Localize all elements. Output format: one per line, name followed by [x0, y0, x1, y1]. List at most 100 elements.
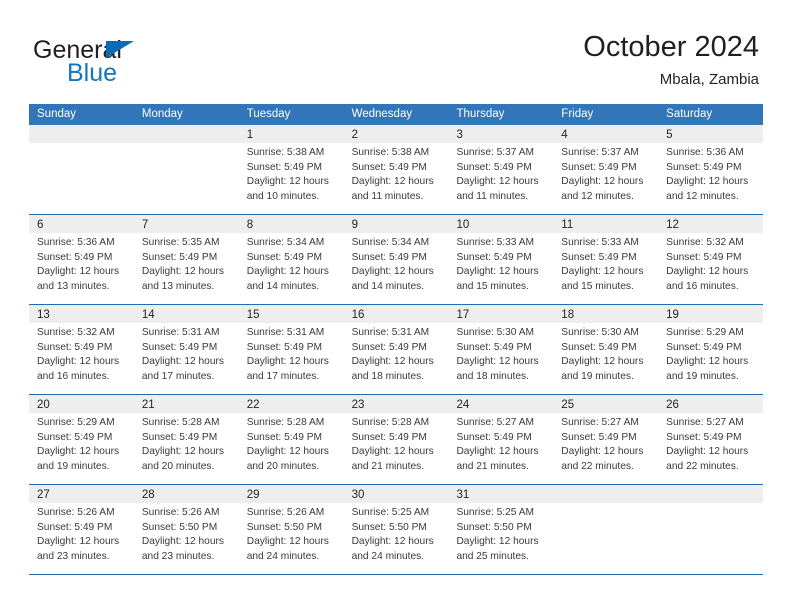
day-details: Sunrise: 5:26 AM Sunset: 5:50 PM Daylight:… — [134, 503, 239, 564]
day-details: Sunrise: 5:33 AM Sunset: 5:49 PM Daylight:… — [448, 233, 553, 294]
day-detail-line: Sunrise: 5:25 AM — [456, 507, 535, 518]
day-number-strip: 21 — [133, 395, 239, 413]
day-detail-line: and 21 minutes. — [456, 460, 529, 472]
day-number: 29 — [246, 489, 260, 501]
day-details: Sunrise: 5:38 AM Sunset: 5:49 PM Daylight:… — [239, 143, 344, 204]
day-number: 9 — [351, 219, 358, 231]
day-details: Sunrise: 5:25 AM Sunset: 5:50 PM Daylight:… — [448, 503, 553, 564]
calendar-day-cell[interactable]: 31 Sunrise: 5:25 AM Sunset: 5:50 PM Dayligh… — [448, 485, 554, 574]
day-number: 21 — [141, 399, 155, 411]
day-number-strip: 17 — [448, 305, 554, 323]
day-number: 20 — [37, 399, 50, 411]
calendar-day-cell[interactable]: 8 Sunrise: 5:34 AM Sunset: 5:49 PM Daylight… — [238, 215, 344, 304]
day-number-strip — [133, 125, 239, 143]
day-detail-line: Sunrise: 5:38 AM — [351, 147, 430, 158]
calendar-day-cell[interactable]: 3 Sunrise: 5:37 AM Sunset: 5:49 PM Daylight… — [448, 125, 554, 214]
calendar-day-cell[interactable]: 30 Sunrise: 5:25 AM Sunset: 5:50 PM Dayligh… — [343, 485, 449, 574]
calendar-day-cell[interactable]: 24 Sunrise: 5:27 AM Sunset: 5:49 PM Dayligh… — [448, 395, 554, 484]
day-detail-line: Daylight: 12 hours — [456, 266, 539, 278]
day-details: Sunrise: 5:36 AM Sunset: 5:49 PM Daylight:… — [658, 143, 763, 204]
day-number: 16 — [351, 309, 365, 321]
day-detail-line: and 14 minutes. — [246, 280, 320, 292]
day-detail-line: Sunrise: 5:37 AM — [456, 147, 535, 158]
calendar-day-cell[interactable]: 7 Sunrise: 5:35 AM Sunset: 5:49 PM Daylight… — [133, 215, 239, 304]
calendar-week-row: 1 Sunrise: 5:38 AM Sunset: 5:49 PM Daylight… — [29, 125, 764, 214]
calendar-day-cell[interactable]: 26 Sunrise: 5:27 AM Sunset: 5:49 PM Dayligh… — [658, 395, 764, 484]
day-detail-line: and 12 minutes. — [561, 190, 634, 202]
calendar-day-cell[interactable]: 10 Sunrise: 5:33 AM Sunset: 5:49 PM Dayligh… — [448, 215, 554, 304]
calendar-day-cell[interactable]: 4 Sunrise: 5:37 AM Sunset: 5:49 PM Daylight… — [553, 125, 659, 214]
weekday-header-tuesday: Tuesday — [246, 108, 291, 120]
day-details: Sunrise: 5:30 AM Sunset: 5:49 PM Daylight:… — [448, 323, 553, 384]
calendar-day-cell[interactable]: 1 Sunrise: 5:38 AM Sunset: 5:49 PM Daylight… — [238, 125, 344, 214]
calendar-day-cell[interactable]: 16 Sunrise: 5:31 AM Sunset: 5:49 PM Dayligh… — [343, 305, 449, 394]
day-details: Sunrise: 5:33 AM Sunset: 5:49 PM Daylight:… — [553, 233, 658, 294]
day-detail-line: Daylight: 12 hours — [561, 356, 644, 368]
calendar-day-cell[interactable]: 6 Sunrise: 5:36 AM Sunset: 5:49 PM Daylight… — [29, 215, 134, 304]
day-number-strip: 5 — [658, 125, 764, 143]
day-details: Sunrise: 5:38 AM Sunset: 5:49 PM Daylight:… — [344, 143, 449, 204]
calendar-day-cell[interactable]: 18 Sunrise: 5:30 AM Sunset: 5:49 PM Dayligh… — [553, 305, 659, 394]
calendar-day-cell[interactable]: 17 Sunrise: 5:30 AM Sunset: 5:49 PM Dayligh… — [448, 305, 554, 394]
calendar-day-cell[interactable]: 21 Sunrise: 5:28 AM Sunset: 5:49 PM Dayligh… — [133, 395, 239, 484]
day-detail-line: Sunrise: 5:29 AM — [666, 327, 744, 338]
day-detail-line: Sunset: 5:49 PM — [561, 161, 637, 173]
calendar-day-cell[interactable]: 19 Sunrise: 5:29 AM Sunset: 5:49 PM Dayligh… — [658, 305, 764, 394]
day-number-strip: 2 — [343, 125, 449, 143]
calendar-day-cell[interactable]: 22 Sunrise: 5:28 AM Sunset: 5:49 PM Dayligh… — [238, 395, 344, 484]
calendar-day-cell[interactable]: 13 Sunrise: 5:32 AM Sunset: 5:49 PM Dayligh… — [29, 305, 134, 394]
day-detail-line: and 20 minutes. — [246, 460, 320, 472]
day-number-strip: 13 — [29, 305, 134, 323]
calendar-day-cell[interactable]: 5 Sunrise: 5:36 AM Sunset: 5:49 PM Daylight… — [658, 125, 764, 214]
calendar-day-cell[interactable]: 12 Sunrise: 5:32 AM Sunset: 5:49 PM Dayligh… — [658, 215, 764, 304]
day-detail-line: Daylight: 12 hours — [37, 446, 120, 458]
day-detail-line: Sunset: 5:49 PM — [37, 521, 113, 533]
calendar-day-cell[interactable]: 2 Sunrise: 5:38 AM Sunset: 5:49 PM Daylight… — [343, 125, 449, 214]
day-detail-line: Sunrise: 5:25 AM — [351, 507, 430, 518]
calendar-day-cell[interactable]: 15 Sunrise: 5:31 AM Sunset: 5:49 PM Dayligh… — [238, 305, 344, 394]
calendar-day-cell[interactable]: 28 Sunrise: 5:26 AM Sunset: 5:50 PM Dayligh… — [133, 485, 239, 574]
calendar-day-cell[interactable]: 29 Sunrise: 5:26 AM Sunset: 5:50 PM Dayligh… — [238, 485, 344, 574]
calendar-day-cell[interactable]: 25 Sunrise: 5:27 AM Sunset: 5:49 PM Dayligh… — [553, 395, 659, 484]
weekday-header-friday: Friday — [561, 108, 594, 120]
day-detail-line: and 21 minutes. — [351, 460, 425, 472]
day-number: 13 — [37, 309, 50, 321]
day-details: Sunrise: 5:31 AM Sunset: 5:49 PM Daylight:… — [134, 323, 239, 384]
day-detail-line: Sunrise: 5:30 AM — [456, 327, 535, 338]
day-detail-line: Sunrise: 5:31 AM — [246, 327, 325, 338]
day-detail-line: Daylight: 12 hours — [37, 266, 120, 278]
day-detail-line: Sunrise: 5:29 AM — [37, 417, 115, 428]
page-title: October 2024 — [583, 31, 759, 63]
day-detail-line: Sunset: 5:49 PM — [141, 431, 218, 443]
day-detail-line: Daylight: 12 hours — [37, 536, 120, 548]
weekday-header-sunday: Sunday — [37, 108, 77, 120]
day-number-strip: 26 — [658, 395, 764, 413]
day-details: Sunrise: 5:32 AM Sunset: 5:49 PM Daylight:… — [658, 233, 763, 294]
calendar-day-cell[interactable]: 27 Sunrise: 5:26 AM Sunset: 5:49 PM Dayligh… — [29, 485, 134, 574]
day-detail-line: Sunrise: 5:28 AM — [246, 417, 325, 428]
day-detail-line: Daylight: 12 hours — [246, 266, 329, 278]
day-detail-line: Sunrise: 5:31 AM — [141, 327, 220, 338]
day-detail-line: and 24 minutes. — [351, 550, 425, 562]
calendar-day-cell[interactable]: 9 Sunrise: 5:34 AM Sunset: 5:49 PM Daylight… — [343, 215, 449, 304]
calendar-day-cell[interactable]: 14 Sunrise: 5:31 AM Sunset: 5:49 PM Dayligh… — [133, 305, 239, 394]
weekday-header-saturday: Saturday — [666, 108, 713, 120]
day-detail-line: Daylight: 12 hours — [561, 446, 644, 458]
day-details: Sunrise: 5:29 AM Sunset: 5:49 PM Daylight:… — [29, 413, 134, 474]
day-number: 11 — [561, 219, 574, 231]
day-detail-line: Sunrise: 5:36 AM — [37, 237, 115, 248]
calendar-day-cell[interactable]: 11 Sunrise: 5:33 AM Sunset: 5:49 PM Dayligh… — [553, 215, 659, 304]
weekday-header-wednesday: Wednesday — [351, 108, 413, 120]
calendar-day-cell[interactable]: 20 Sunrise: 5:29 AM Sunset: 5:49 PM Dayligh… — [29, 395, 134, 484]
day-number: 15 — [246, 309, 260, 321]
general-blue-logo[interactable]: General Blue — [33, 36, 273, 92]
logo-text-blue: Blue — [67, 59, 118, 87]
day-details: Sunrise: 5:25 AM Sunset: 5:50 PM Daylight:… — [344, 503, 449, 564]
day-detail-line: Sunrise: 5:38 AM — [246, 147, 325, 158]
calendar-day-cell[interactable]: 23 Sunrise: 5:28 AM Sunset: 5:49 PM Dayligh… — [343, 395, 449, 484]
day-number-strip: 27 — [29, 485, 134, 503]
day-detail-line: Sunrise: 5:27 AM — [561, 417, 639, 428]
day-details: Sunrise: 5:36 AM Sunset: 5:49 PM Daylight:… — [29, 233, 134, 294]
day-detail-line: Sunset: 5:49 PM — [141, 251, 218, 263]
day-detail-line: and 12 minutes. — [666, 190, 739, 202]
